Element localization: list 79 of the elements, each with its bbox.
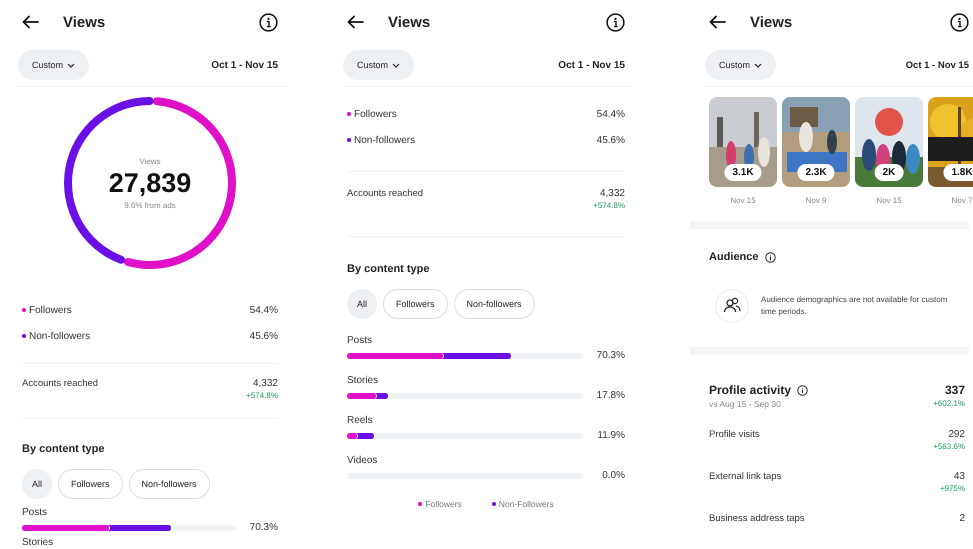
percentage: 54.4% <box>596 108 625 120</box>
content-type-label: Posts <box>22 507 48 518</box>
date-range: Oct 1 - Nov 15 <box>211 60 278 70</box>
metric-value: 292 <box>948 429 965 440</box>
percentage: 54.4% <box>250 304 278 316</box>
post-date: Nov 7 <box>952 196 972 205</box>
legend-label: Non-followers <box>29 330 92 342</box>
content-type-label: Reels <box>347 415 374 426</box>
filter-chip[interactable]: Followers <box>383 289 448 319</box>
view-count-badge: 1.8K <box>943 164 973 181</box>
ads-note: 9.6% from ads <box>124 200 176 210</box>
metric-value: 2 <box>959 513 965 524</box>
chevron-down-icon <box>67 62 76 68</box>
legend-label: Non-Followers <box>498 499 554 509</box>
percentage: 11.9% <box>596 430 625 441</box>
view-count-badge: 2K <box>874 164 904 181</box>
info-icon[interactable] <box>259 12 278 32</box>
section-title: By content type <box>22 443 105 455</box>
audience-message: Audience demographics are not available for custom time periods. <box>761 294 948 318</box>
back-arrow-icon[interactable] <box>22 15 39 29</box>
filter-chip[interactable]: All <box>347 289 378 319</box>
comparison-period: vs Aug 15 - Sep 30 <box>709 399 782 409</box>
time-range-dropdown[interactable]: Custom <box>18 50 90 80</box>
section-title: Profile activity <box>709 383 792 397</box>
info-icon[interactable] <box>950 12 969 32</box>
section-title: By content type <box>347 263 430 275</box>
info-icon[interactable] <box>797 384 808 396</box>
back-arrow-icon[interactable] <box>709 15 726 29</box>
metric-label: Accounts reached <box>347 188 424 199</box>
date-range: Oct 1 - Nov 15 <box>558 60 625 70</box>
metric-value: 4,332 <box>252 378 278 389</box>
percentage: 70.3% <box>248 522 278 533</box>
change-percentage: +975% <box>940 484 965 493</box>
filter-chip[interactable]: Non-followers <box>454 289 535 319</box>
post-date: Nov 15 <box>730 196 756 205</box>
change-percentage: +574.8% <box>246 391 278 400</box>
views-total: 27,839 <box>108 168 192 198</box>
screen-title: Views <box>388 14 432 30</box>
content-type-label: Videos <box>347 455 378 466</box>
info-icon[interactable] <box>764 252 776 262</box>
metric-label: Business address taps <box>709 513 805 524</box>
chart-label: Views <box>139 156 161 166</box>
screen-title: Views <box>63 14 106 30</box>
legend-label: Followers <box>29 304 73 316</box>
change-percentage: +563.6% <box>933 442 965 451</box>
percentage: 0.0% <box>601 470 625 481</box>
filter-chip[interactable]: Non-followers <box>128 469 210 499</box>
metric-label: External link taps <box>709 471 782 482</box>
legend-label: Non-followers <box>354 134 416 146</box>
back-arrow-icon[interactable] <box>347 15 364 29</box>
content-type-label: Stories <box>347 375 380 386</box>
metric-label: Accounts reached <box>22 378 98 389</box>
percentage: 70.3% <box>596 350 625 361</box>
filter-chip[interactable]: Followers <box>58 469 123 499</box>
change-percentage: +602.1% <box>933 399 965 408</box>
date-range: Oct 1 - Nov 15 <box>906 60 969 70</box>
activity-total: 337 <box>944 383 965 397</box>
info-icon[interactable] <box>606 12 625 32</box>
content-type-label: Stories <box>22 537 54 548</box>
screen-title: Views <box>750 14 794 30</box>
chevron-down-icon <box>392 62 400 68</box>
time-range-dropdown[interactable]: Custom <box>343 50 414 80</box>
legend-label: Followers <box>354 108 398 120</box>
legend-label: Followers <box>425 499 462 509</box>
metric-value: 43 <box>954 471 965 482</box>
percentage: 45.6% <box>250 330 278 342</box>
metric-label: Profile visits <box>709 429 760 440</box>
metric-value: 4,332 <box>600 188 625 199</box>
content-type-label: Posts <box>347 335 374 346</box>
percentage: 45.6% <box>596 134 625 146</box>
change-percentage: +574.8% <box>593 201 625 210</box>
time-range-dropdown[interactable]: Custom <box>705 50 776 80</box>
post-date: Nov 9 <box>806 196 826 205</box>
post-date: Nov 15 <box>876 196 902 205</box>
filter-chip[interactable]: All <box>22 469 52 499</box>
percentage: 17.8% <box>596 390 625 401</box>
section-title: Audience <box>709 251 759 263</box>
chevron-down-icon <box>754 62 762 68</box>
people-icon <box>715 289 749 323</box>
